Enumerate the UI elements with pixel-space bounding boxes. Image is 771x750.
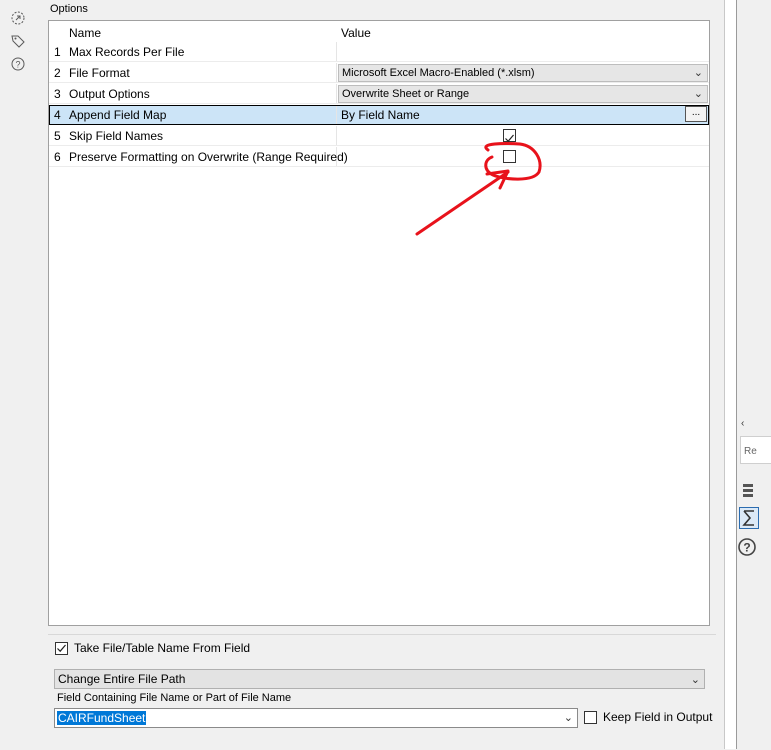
row-preserve-formatting[interactable]: 6 Preserve Formatting on Overwrite (Rang… <box>49 147 709 167</box>
row-file-format[interactable]: 2 File Format Microsoft Excel Macro-Enab… <box>49 63 709 83</box>
file-path-mode-value: Change Entire File Path <box>58 672 186 686</box>
append-field-map-value: By Field Name <box>341 108 420 122</box>
field-name-dropdown[interactable]: CAIRFundSheet ⌄ <box>54 708 578 728</box>
chevron-down-icon[interactable]: ⌄ <box>691 671 700 689</box>
keep-field-checkbox[interactable] <box>584 711 597 724</box>
file-format-dropdown[interactable]: Microsoft Excel Macro-Enabled (*.xlsm) ⌄ <box>338 64 708 82</box>
row-append-field-map[interactable]: 4 Append Field Map By Field Name ... <box>49 105 709 125</box>
row-name: Preserve Formatting on Overwrite (Range … <box>67 147 348 166</box>
row-number: 6 <box>54 150 61 164</box>
output-options-dropdown[interactable]: Overwrite Sheet or Range ⌄ <box>338 85 708 103</box>
row-skip-field-names[interactable]: 5 Skip Field Names <box>49 126 709 146</box>
row-name: File Format <box>67 63 337 82</box>
output-options-value: Overwrite Sheet or Range <box>342 88 470 100</box>
row-name: Max Records Per File <box>67 42 337 61</box>
svg-text:?: ? <box>15 60 20 70</box>
right-panel-search[interactable]: Re <box>740 436 771 464</box>
database-icon[interactable] <box>741 483 755 499</box>
row-name: Append Field Map <box>67 105 337 124</box>
chevron-down-icon[interactable]: ⌄ <box>564 711 573 724</box>
connection-icon[interactable] <box>10 10 26 26</box>
help-icon-right[interactable]: ? <box>738 538 756 556</box>
row-max-records[interactable]: 1 Max Records Per File <box>49 42 709 62</box>
header-name: Name <box>69 26 102 40</box>
chevron-down-icon[interactable]: ⌄ <box>694 86 703 102</box>
svg-text:?: ? <box>743 541 750 555</box>
right-side-panel: ‹ Re ? <box>736 0 771 749</box>
help-icon[interactable]: ? <box>10 56 26 72</box>
take-file-name-label: Take File/Table Name From Field <box>74 641 251 655</box>
take-file-name-checkbox[interactable] <box>55 642 68 655</box>
grid-header: Name Value <box>49 23 709 43</box>
checkmark-icon <box>505 134 514 143</box>
row-number: 3 <box>54 87 61 101</box>
row-number: 2 <box>54 66 61 80</box>
options-grid: Name Value 1 Max Records Per File 2 File… <box>48 20 710 626</box>
row-output-options[interactable]: 3 Output Options Overwrite Sheet or Rang… <box>49 84 709 104</box>
chevron-down-icon[interactable]: ⌄ <box>694 65 703 81</box>
skip-field-names-checkbox[interactable] <box>503 129 516 143</box>
tag-icon[interactable] <box>10 33 26 49</box>
field-name-value: CAIRFundSheet <box>57 711 147 725</box>
row-number: 1 <box>54 45 61 59</box>
keep-field-label: Keep Field in Output <box>603 710 713 724</box>
row-number: 4 <box>54 108 61 122</box>
file-path-mode-dropdown[interactable]: Change Entire File Path ⌄ <box>54 669 705 689</box>
sigma-icon[interactable] <box>739 507 759 529</box>
options-section-title: Options <box>50 3 88 15</box>
left-icon-rail: ? <box>0 0 40 749</box>
chevron-left-icon[interactable]: ‹ <box>741 418 744 429</box>
row-number: 5 <box>54 129 61 143</box>
header-value: Value <box>341 26 371 40</box>
row-name: Output Options <box>67 84 337 103</box>
checkmark-icon <box>57 644 66 653</box>
max-records-input[interactable] <box>337 42 709 61</box>
preserve-formatting-checkbox[interactable] <box>503 150 516 163</box>
file-format-value: Microsoft Excel Macro-Enabled (*.xlsm) <box>342 67 535 79</box>
ellipsis-button[interactable]: ... <box>685 106 707 122</box>
row-name: Skip Field Names <box>67 126 337 145</box>
field-containing-label: Field Containing File Name or Part of Fi… <box>57 692 292 704</box>
file-name-from-field-panel: Take File/Table Name From Field Change E… <box>48 634 716 750</box>
